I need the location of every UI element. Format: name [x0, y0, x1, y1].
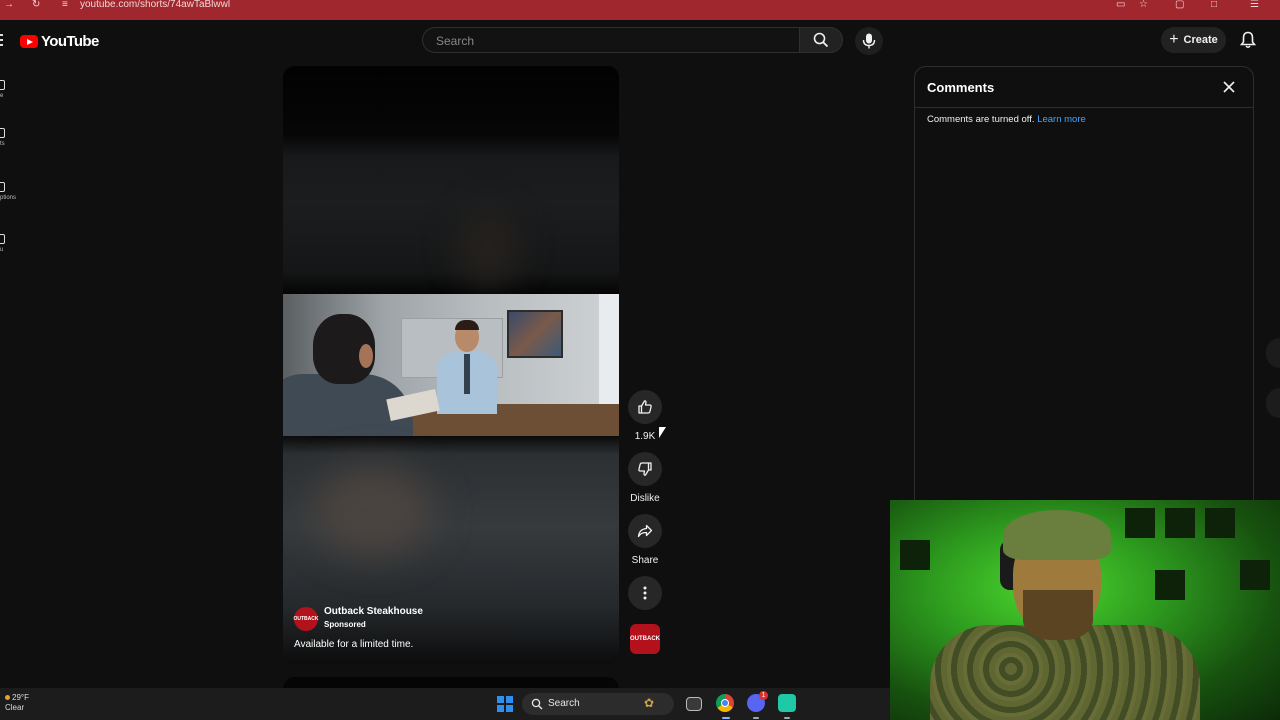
weather-icon: [5, 695, 10, 700]
channel-info[interactable]: OUTBACK Outback Steakhouse Sponsored: [294, 606, 423, 632]
youtube-header: YouTube + Create: [0, 20, 1280, 60]
dislike-label: Dislike: [630, 493, 660, 504]
windows-start-icon[interactable]: [497, 696, 513, 712]
thumbnail-logo-text: OUTBACK: [630, 636, 660, 642]
more-icon: [643, 586, 647, 600]
subscriptions-icon: [0, 182, 5, 192]
create-label: Create: [1183, 34, 1218, 46]
sidebar-item-shorts[interactable]: ts: [0, 128, 18, 158]
video-caption: Available for a limited time.: [294, 639, 414, 650]
menu-icon[interactable]: [0, 34, 4, 48]
back-icon[interactable]: →: [4, 0, 14, 10]
channel-name[interactable]: Outback Steakhouse: [324, 606, 423, 618]
person-seated: [433, 320, 501, 414]
sponsored-badge: Sponsored: [324, 620, 366, 629]
sidebar-item-label: ptions: [0, 195, 17, 201]
sidebar-item-subscriptions[interactable]: ptions: [0, 182, 18, 212]
install-icon[interactable]: ▭: [1116, 0, 1125, 10]
video-frame-top: [283, 66, 619, 294]
shorts-icon: [0, 128, 5, 138]
taskbar-search[interactable]: Search ✿: [522, 693, 674, 715]
youtube-logo[interactable]: YouTube: [20, 33, 99, 50]
comments-panel: Comments Comments are turned off. Learn …: [914, 66, 1254, 536]
url-text[interactable]: youtube.com/shorts/74awTaBlwwl: [80, 0, 230, 10]
video-frame-scene: [283, 294, 619, 436]
wall-painting: [507, 310, 563, 358]
next-short-button[interactable]: [1266, 388, 1280, 418]
logo-text: YouTube: [41, 33, 99, 50]
share-icon: [637, 524, 653, 538]
bell-icon[interactable]: [1240, 31, 1256, 49]
home-icon: [0, 80, 5, 90]
search-icon: [813, 32, 829, 48]
sidebar-item-you[interactable]: u: [0, 234, 18, 264]
comments-off-text: Comments are turned off.: [927, 114, 1035, 125]
extensions-icon[interactable]: ▢: [1175, 0, 1184, 10]
channel-avatar[interactable]: OUTBACK: [293, 607, 319, 631]
comments-header: Comments: [915, 67, 1253, 108]
search-icon: [531, 698, 543, 710]
search-input[interactable]: [434, 33, 778, 49]
site-info-icon[interactable]: ≡: [62, 0, 68, 10]
reload-icon[interactable]: ↻: [32, 0, 40, 10]
channel-thumbnail-button[interactable]: OUTBACK: [630, 624, 660, 654]
like-button[interactable]: 1.9K: [627, 390, 663, 442]
dislike-icon: [638, 462, 652, 476]
voice-search-button[interactable]: [855, 27, 883, 55]
notification-badge: 1: [759, 691, 768, 700]
sidebar-item-label: ts: [0, 141, 5, 147]
sidebar-item-label: u: [0, 247, 4, 253]
search-highlight-icon: ✿: [644, 696, 655, 710]
dislike-button[interactable]: Dislike: [627, 452, 663, 504]
taskbar-search-label: Search: [548, 698, 580, 709]
weather-widget[interactable]: 29°F Clear: [5, 693, 29, 713]
more-options-button[interactable]: [627, 576, 663, 610]
comments-off-message: Comments are turned off. Learn more: [927, 114, 1086, 125]
webcam-overlay: [890, 500, 1280, 720]
create-button[interactable]: + Create: [1161, 27, 1226, 53]
sidebar-item-label: e: [0, 93, 4, 99]
like-count: 1.9K: [634, 431, 656, 442]
share-label: Share: [631, 555, 659, 566]
windows-taskbar: 29°F Clear Search ✿ 1: [0, 688, 890, 720]
lens-icon[interactable]: □: [1211, 0, 1217, 10]
share-button[interactable]: Share: [627, 514, 663, 566]
you-icon: [0, 234, 5, 244]
comments-title: Comments: [927, 80, 995, 95]
search-bar[interactable]: [422, 27, 799, 53]
previous-short-button[interactable]: [1266, 338, 1280, 368]
browser-menu-icon[interactable]: ☰: [1250, 0, 1259, 10]
weather-condition: Clear: [5, 703, 25, 712]
youtube-logo-icon: [20, 35, 38, 48]
task-view-icon[interactable]: [686, 697, 702, 711]
close-icon[interactable]: [1221, 79, 1237, 95]
learn-more-link[interactable]: Learn more: [1037, 114, 1086, 125]
mouse-cursor: [659, 427, 666, 438]
browser-address-bar: → ↻ ≡ youtube.com/shorts/74awTaBlwwl ▭ ☆…: [0, 0, 1280, 20]
app-icon[interactable]: [778, 694, 796, 712]
plus-icon: +: [1169, 31, 1179, 48]
search-button[interactable]: [799, 27, 843, 53]
like-icon: [638, 400, 652, 414]
temperature: 29°F: [12, 693, 29, 702]
sidebar-item-home[interactable]: e: [0, 80, 18, 110]
shorts-video-player[interactable]: OUTBACK Outback Steakhouse Sponsored Ava…: [283, 66, 619, 664]
chrome-icon[interactable]: [716, 694, 734, 712]
avatar-logo-text: OUTBACK: [293, 616, 319, 622]
microphone-icon: [862, 33, 876, 49]
bookmark-star-icon[interactable]: ☆: [1139, 0, 1148, 10]
